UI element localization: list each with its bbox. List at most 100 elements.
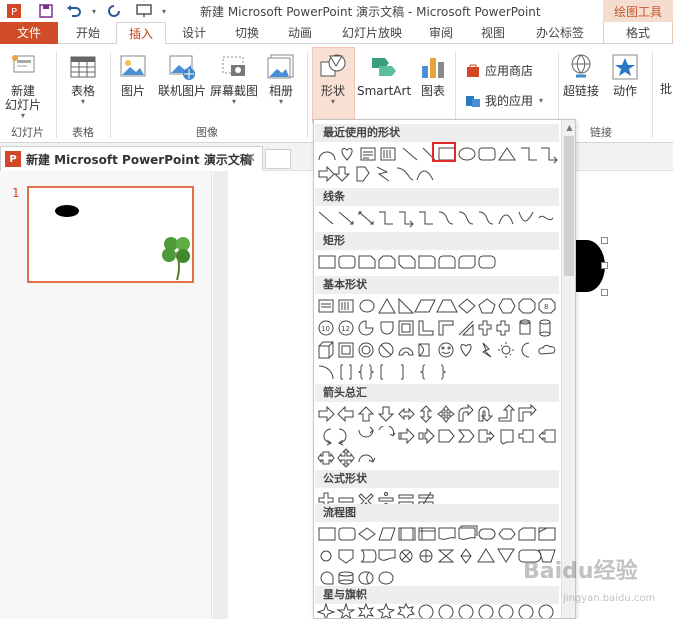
- scrollbar-thumb[interactable]: [564, 136, 574, 276]
- powerpoint-logo-letter: P: [11, 7, 17, 18]
- group-label-links: 链接: [590, 126, 612, 139]
- online-picture-label: 联机图片: [158, 84, 207, 98]
- album-label: 相册: [268, 84, 293, 98]
- tab-office-tab[interactable]: 办公标签: [522, 22, 598, 44]
- gallery-scrollbar[interactable]: ▲: [561, 120, 575, 618]
- resize-handle[interactable]: [601, 237, 608, 244]
- group-separator: [110, 52, 111, 138]
- clover-icon: [162, 237, 190, 281]
- chart-label: 图表: [420, 84, 445, 98]
- selected-shape-rectangle[interactable]: [432, 142, 456, 162]
- group-separator: [56, 52, 57, 138]
- slide-thumbnail[interactable]: [27, 186, 194, 283]
- tab-design[interactable]: 设计: [168, 22, 220, 44]
- comment-label: 批: [660, 82, 673, 96]
- table-button[interactable]: 表格 ▾: [68, 52, 98, 106]
- online-picture-button[interactable]: 联机图片: [158, 52, 206, 98]
- new-slide-button[interactable]: 新建 幻灯片 ▾: [5, 52, 41, 120]
- tab-animations[interactable]: 动画: [274, 22, 326, 44]
- undo-icon[interactable]: [64, 1, 84, 21]
- screenshot-button[interactable]: 屏幕截图 ▾: [210, 52, 258, 106]
- tab-view[interactable]: 视图: [468, 22, 518, 44]
- section-header-lines: 线条: [315, 188, 559, 206]
- shape-row-arrows-2: [317, 426, 561, 446]
- tab-insert[interactable]: 插入: [116, 22, 166, 45]
- resize-handle[interactable]: [601, 262, 608, 269]
- screenshot-label: 屏幕截图: [210, 84, 259, 98]
- tab-home[interactable]: 开始: [60, 22, 116, 44]
- smartart-button[interactable]: SmartArt: [357, 52, 411, 98]
- comment-button[interactable]: 批: [660, 82, 672, 96]
- arrow-shapes-row1-icon[interactable]: [317, 404, 561, 424]
- arrow-shapes-row2-icon[interactable]: [317, 426, 561, 446]
- presentation-icon[interactable]: [134, 1, 154, 21]
- window-title: 新建 Microsoft PowerPoint 演示文稿 - Microsoft…: [200, 5, 541, 19]
- shape-row-flow-1: [317, 524, 561, 544]
- table-label: 表格: [70, 84, 95, 98]
- my-apps-button[interactable]: 我的应用 ▾: [465, 92, 543, 109]
- hyperlink-button[interactable]: 超链接: [563, 52, 599, 98]
- tab-review[interactable]: 审阅: [418, 22, 464, 44]
- group-separator: [307, 52, 308, 138]
- action-label: 动作: [612, 84, 637, 98]
- new-slide-label-2: 幻灯片: [5, 98, 42, 112]
- section-header-recent: 最近使用的形状: [315, 124, 559, 142]
- app-store-label: 应用商店: [485, 64, 534, 78]
- album-button[interactable]: 相册 ▾: [266, 52, 296, 106]
- customize-qat-icon[interactable]: ▾: [154, 1, 174, 21]
- recent-shapes-row2-icon[interactable]: [317, 164, 561, 184]
- picture-icon: [120, 55, 146, 77]
- arrow-shapes-row3-icon[interactable]: [317, 448, 561, 468]
- section-header-flowchart: 流程图: [315, 504, 559, 522]
- shapes-icon: [320, 54, 346, 77]
- tab-slideshow[interactable]: 幻灯片放映: [330, 22, 414, 44]
- basic-shapes-row1-icon[interactable]: 8: [317, 296, 561, 316]
- app-store-button[interactable]: 应用商店: [465, 62, 533, 79]
- svg-text:10: 10: [321, 325, 330, 333]
- new-slide-icon: [12, 55, 35, 73]
- store-icon: [467, 64, 479, 77]
- tab-file[interactable]: 文件: [0, 22, 58, 44]
- album-icon: [267, 54, 294, 79]
- picture-button[interactable]: 图片: [118, 52, 148, 98]
- shape-row-basic-4: [317, 362, 561, 382]
- svg-text:12: 12: [341, 325, 350, 333]
- action-button[interactable]: 动作: [610, 52, 640, 98]
- tab-format[interactable]: 格式: [603, 22, 673, 44]
- basic-shapes-row4-icon[interactable]: [317, 362, 561, 382]
- tab-transitions[interactable]: 切换: [222, 22, 272, 44]
- shape-row-arrows-3: [317, 448, 561, 468]
- screenshot-dropdown-icon: ▾: [232, 97, 237, 106]
- scroll-up-icon[interactable]: ▲: [562, 120, 575, 135]
- line-shapes-icon[interactable]: [317, 208, 561, 228]
- my-apps-label: 我的应用: [485, 94, 534, 108]
- chart-button[interactable]: 图表: [418, 52, 448, 98]
- shape-row-basic-2: 10 12: [317, 318, 561, 338]
- new-document-tab-button[interactable]: [265, 149, 291, 169]
- shape-row-basic-3: [317, 340, 561, 360]
- drawing-tools-label: 绘图工具: [603, 0, 673, 22]
- watermark-text: Baidu经验: [523, 559, 638, 584]
- basic-shapes-row2-icon[interactable]: 10 12: [317, 318, 561, 338]
- group-separator: [652, 52, 653, 138]
- table-icon: [70, 56, 96, 78]
- shape-row-recent-2: [317, 164, 561, 184]
- document-tab[interactable]: P 新建 Microsoft PowerPoint 演示文稿 ✕: [0, 146, 263, 171]
- section-header-basic: 基本形状: [315, 276, 559, 294]
- rectangle-shapes-icon[interactable]: [317, 252, 561, 272]
- save-icon[interactable]: [36, 1, 56, 21]
- resize-handle[interactable]: [601, 289, 608, 296]
- redo-icon[interactable]: [104, 1, 124, 21]
- shapes-gallery: 最近使用的形状 线条 矩形 基本形状 8 10 12 箭头总汇 公式形状 流程图…: [313, 119, 576, 619]
- undo-dropdown-icon[interactable]: ▾: [84, 1, 104, 21]
- powerpoint-logo-icon[interactable]: P: [4, 1, 24, 21]
- basic-shapes-row3-icon[interactable]: [317, 340, 561, 360]
- smartart-icon: [372, 58, 397, 76]
- hyperlink-icon: [571, 54, 591, 78]
- picture-label: 图片: [120, 84, 145, 98]
- shapes-button[interactable]: 形状 ▾: [318, 52, 348, 106]
- flowchart-row1-icon[interactable]: [317, 524, 561, 544]
- close-icon[interactable]: ✕: [245, 151, 256, 166]
- section-header-equation: 公式形状: [315, 470, 559, 488]
- chart-icon: [422, 58, 444, 78]
